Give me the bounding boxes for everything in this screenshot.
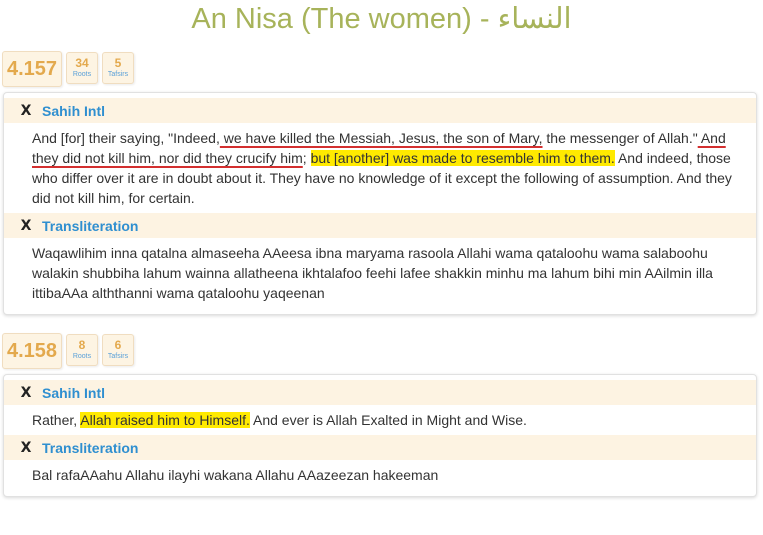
- verse-4-157: 4.157 34 Roots 5 Tafsirs X Sahih Intl An…: [0, 51, 763, 315]
- verse-header: 4.157 34 Roots 5 Tafsirs: [0, 51, 763, 87]
- translation-name-link[interactable]: Transliteration: [42, 218, 138, 234]
- close-icon[interactable]: X: [18, 440, 34, 456]
- translation-text-sahih: And [for] their saying, "Indeed, we have…: [4, 123, 756, 213]
- close-icon[interactable]: X: [18, 218, 34, 234]
- text-segment: ;: [302, 150, 311, 166]
- tafsirs-label: Tafsirs: [107, 353, 129, 360]
- close-icon[interactable]: X: [18, 385, 34, 401]
- close-icon[interactable]: X: [18, 103, 34, 119]
- verse-translations-box: X Sahih Intl And [for] their saying, "In…: [3, 92, 757, 315]
- page-title: An Nisa (The women) - النساء: [191, 3, 572, 35]
- translation-header-transliteration: X Transliteration: [4, 435, 756, 460]
- tafsirs-count: 6: [114, 338, 122, 352]
- tafsirs-count: 5: [114, 56, 122, 70]
- translation-text-transliteration: Waqawlihim inna qatalna almaseeha AAeesa…: [32, 245, 713, 301]
- translation-name-link[interactable]: Transliteration: [42, 440, 138, 456]
- tafsirs-badge[interactable]: 6 Tafsirs: [102, 334, 134, 366]
- underlined-text: we have killed the Messiah, Jesus, the s…: [219, 130, 543, 146]
- roots-count: 34: [75, 56, 89, 70]
- verse-number-badge[interactable]: 4.157: [2, 51, 62, 87]
- roots-badge[interactable]: 34 Roots: [66, 52, 98, 84]
- highlighted-text: but [another] was made to resemble him t…: [310, 150, 615, 166]
- roots-count: 8: [78, 338, 86, 352]
- verse-header: 4.158 8 Roots 6 Tafsirs: [0, 333, 763, 369]
- verse-4-158: 4.158 8 Roots 6 Tafsirs X Sahih Intl Rat…: [0, 333, 763, 497]
- text-segment: Rather,: [32, 412, 81, 428]
- text-segment: And [for] their saying, "Indeed,: [32, 130, 220, 146]
- text-segment: And ever is Allah Exalted in Might and W…: [249, 412, 527, 428]
- translation-name-link[interactable]: Sahih Intl: [42, 385, 105, 401]
- translation-text-sahih: Rather, Allah raised him to Himself. And…: [4, 405, 756, 435]
- tafsirs-label: Tafsirs: [107, 71, 129, 78]
- text-segment: the messenger of Allah.": [542, 130, 698, 146]
- highlighted-text: Allah raised him to Himself.: [80, 412, 250, 428]
- tafsirs-badge[interactable]: 5 Tafsirs: [102, 52, 134, 84]
- roots-label: Roots: [72, 71, 92, 78]
- translation-name-link[interactable]: Sahih Intl: [42, 103, 105, 119]
- roots-badge[interactable]: 8 Roots: [66, 334, 98, 366]
- verse-number-badge[interactable]: 4.158: [2, 333, 62, 369]
- roots-label: Roots: [72, 353, 92, 360]
- verse-translations-box: X Sahih Intl Rather, Allah raised him to…: [3, 374, 757, 497]
- translation-header-sahih: X Sahih Intl: [4, 380, 756, 405]
- translation-header-sahih: X Sahih Intl: [4, 98, 756, 123]
- translation-header-transliteration: X Transliteration: [4, 213, 756, 238]
- translation-text-transliteration: Bal rafaAAahu Allahu ilayhi wakana Allah…: [32, 467, 439, 483]
